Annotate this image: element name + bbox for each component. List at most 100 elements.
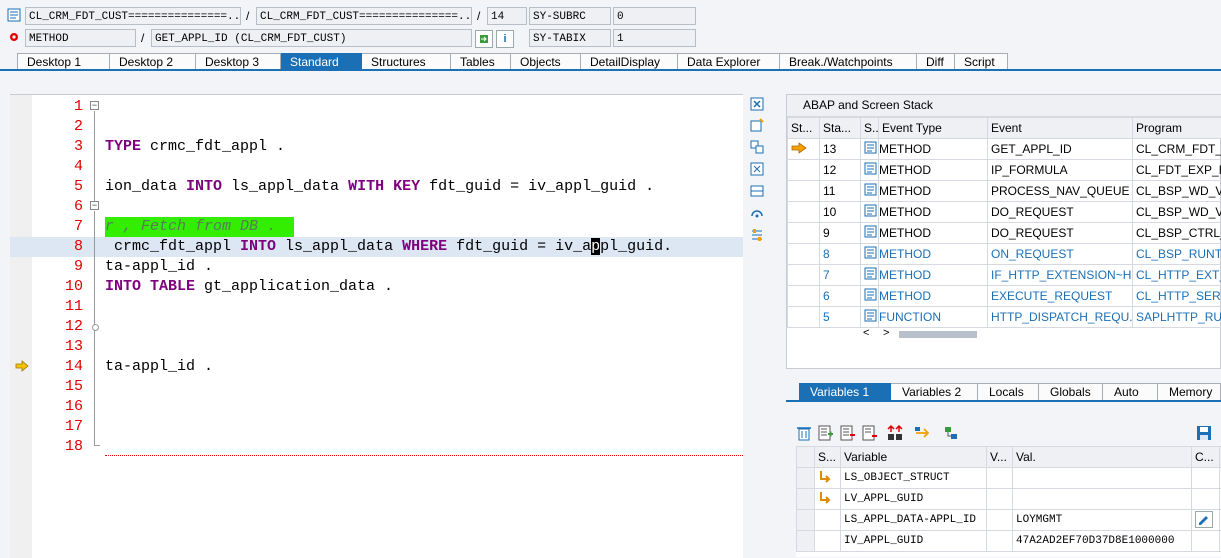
layout-icon[interactable] — [748, 182, 765, 199]
stack-row[interactable]: 11METHODPROCESS_NAV_QUEUECL_BSP_WD_VI — [788, 181, 1221, 202]
stack-type-cell — [861, 202, 879, 223]
column-header[interactable]: St... — [788, 118, 820, 139]
tab-desktop-2[interactable]: Desktop 2 — [110, 53, 196, 70]
source-icon — [864, 288, 877, 304]
column-header[interactable]: V... — [987, 447, 1013, 468]
column-header[interactable]: Val. — [1013, 447, 1192, 468]
tab-detaildisplay[interactable]: DetailDisplay — [581, 53, 678, 70]
column-header[interactable]: Event — [988, 118, 1133, 139]
variable-v-cell — [987, 489, 1013, 510]
tab-desktop-1[interactable]: Desktop 1 — [17, 53, 110, 70]
stack-status-cell — [788, 223, 820, 244]
tab-locals[interactable]: Locals — [978, 383, 1039, 401]
settings-tool-icon[interactable] — [748, 226, 765, 243]
tab-standard[interactable]: Standard — [281, 53, 362, 70]
stack-row[interactable]: 12METHODIP_FORMULACL_FDT_EXP_FO — [788, 160, 1221, 181]
column-header[interactable]: Sta... — [820, 118, 861, 139]
column-header[interactable]: S... — [815, 447, 841, 468]
stack-row[interactable]: 10METHODDO_REQUESTCL_BSP_WD_VI — [788, 202, 1221, 223]
variable-value[interactable] — [1013, 489, 1192, 510]
stack-header-row: St... Sta... S... Event Type Event Progr… — [788, 118, 1221, 139]
tab-variables-2[interactable]: Variables 2 — [891, 383, 978, 401]
tab-objects[interactable]: Objects — [511, 53, 581, 70]
tab-variables-1[interactable]: Variables 1 — [799, 383, 891, 401]
source-code-editor[interactable]: 1 2 3 4 5 6 7 8 9 10 11 12 13 14 15 16 1… — [10, 94, 743, 558]
close-tool-icon[interactable] — [748, 95, 765, 112]
line-number: 13 — [32, 337, 83, 357]
sy-subrc-value[interactable]: 0 — [613, 7, 696, 25]
column-header[interactable]: S... — [861, 118, 879, 139]
stack-event-type: METHOD — [879, 244, 988, 265]
stack-status-cell — [788, 244, 820, 265]
delete-row-icon[interactable] — [840, 425, 856, 444]
variable-row[interactable]: LS_OBJECT_STRUCT — [797, 468, 1221, 489]
maximize-icon[interactable] — [748, 160, 765, 177]
current-frame-arrow-icon — [791, 143, 807, 157]
insert-row-icon[interactable] — [818, 425, 834, 444]
variable-value[interactable] — [1013, 468, 1192, 489]
tab-diff[interactable]: Diff — [917, 53, 955, 70]
navigate-icon[interactable] — [475, 30, 493, 48]
column-header[interactable]: Variable — [841, 447, 987, 468]
delete-icon[interactable] — [796, 425, 812, 444]
row-selector[interactable] — [797, 468, 815, 489]
tab-memory[interactable]: Memory — [1158, 383, 1221, 401]
services-icon[interactable] — [748, 204, 765, 221]
new-tool-icon[interactable] — [748, 116, 765, 133]
fold-line — [94, 111, 95, 207]
fold-toggle[interactable]: − — [90, 101, 99, 110]
include-field[interactable]: CL_CRM_FDT_CUST===============... — [256, 7, 472, 25]
hierarchy-icon[interactable] — [943, 425, 959, 444]
stack-row[interactable]: 7METHODIF_HTTP_EXTENSION~H...CL_HTTP_EXT… — [788, 265, 1221, 286]
variable-row[interactable]: IV_APPL_GUID47A2AD2EF70D37D8E1000000 — [797, 531, 1221, 552]
tab-desktop-3[interactable]: Desktop 3 — [196, 53, 281, 70]
row-selector[interactable] — [797, 531, 815, 552]
stack-row[interactable]: 9METHODDO_REQUESTCL_BSP_CTRL_A — [788, 223, 1221, 244]
event-field[interactable]: GET_APPL_ID (CL_CRM_FDT_CUST) — [151, 29, 472, 47]
scroll-right-icon[interactable]: > — [883, 327, 895, 339]
tab-auto[interactable]: Auto — [1103, 383, 1158, 401]
tab-script[interactable]: Script — [955, 53, 1008, 70]
clear-rows-icon[interactable] — [862, 425, 878, 444]
tab-tables[interactable]: Tables — [451, 53, 511, 70]
save-icon[interactable] — [1196, 425, 1212, 444]
stack-event: DO_REQUEST — [988, 223, 1133, 244]
breakpoint-gutter[interactable] — [10, 95, 32, 558]
variable-value[interactable]: 47A2AD2EF70D37D8E1000000 — [1013, 531, 1192, 552]
column-header[interactable]: Program — [1133, 118, 1221, 139]
structure-icon[interactable] — [818, 494, 832, 508]
variable-row[interactable]: LS_APPL_DATA-APPL_IDLOYMGMT — [797, 510, 1221, 531]
stack-row[interactable]: 5FUNCTIONHTTP_DISPATCH_REQU...SAPLHTTP_R… — [788, 307, 1221, 328]
code-line-5: ion_data INTO ls_appl_data WITH KEY fdt_… — [105, 177, 654, 197]
sy-tabix-value[interactable]: 1 — [613, 29, 696, 47]
info-icon[interactable]: i — [496, 30, 514, 48]
tab-globals[interactable]: Globals — [1039, 383, 1103, 401]
stack-level: 9 — [820, 223, 861, 244]
program-field[interactable]: CL_CRM_FDT_CUST===============... — [25, 7, 241, 25]
tab-data-explorer[interactable]: Data Explorer — [678, 53, 780, 70]
stack-row[interactable]: 13METHODGET_APPL_IDCL_CRM_FDT_C — [788, 139, 1221, 160]
sort-icon[interactable] — [887, 425, 905, 444]
structure-icon[interactable] — [818, 473, 832, 487]
event-type-field[interactable]: METHOD — [25, 29, 136, 47]
edit-pencil-icon[interactable] — [1195, 511, 1213, 528]
program-icon — [6, 7, 22, 23]
column-header[interactable]: C... — [1192, 447, 1220, 468]
stack-row[interactable]: 8METHODON_REQUESTCL_BSP_RUNTIN — [788, 244, 1221, 265]
tab-breakpoints[interactable]: Break./Watchpoints — [780, 53, 917, 70]
stack-event-type: METHOD — [879, 286, 988, 307]
source-icon — [864, 162, 877, 178]
swap-tool-icon[interactable] — [748, 138, 765, 155]
column-header[interactable]: Event Type — [879, 118, 988, 139]
stack-row[interactable]: 6METHODEXECUTE_REQUESTCL_HTTP_SERV — [788, 286, 1221, 307]
transfer-icon[interactable] — [914, 425, 932, 444]
variable-row[interactable]: LV_APPL_GUID — [797, 489, 1221, 510]
scroll-left-icon[interactable]: < — [863, 327, 875, 339]
row-selector[interactable] — [797, 510, 815, 531]
fold-toggle[interactable]: − — [90, 201, 99, 210]
variable-value[interactable]: LOYMGMT — [1013, 510, 1192, 531]
tab-structures[interactable]: Structures — [362, 53, 451, 70]
horizontal-scrollbar[interactable] — [899, 331, 977, 338]
row-selector[interactable] — [797, 489, 815, 510]
line-field[interactable]: 14 — [487, 7, 527, 25]
